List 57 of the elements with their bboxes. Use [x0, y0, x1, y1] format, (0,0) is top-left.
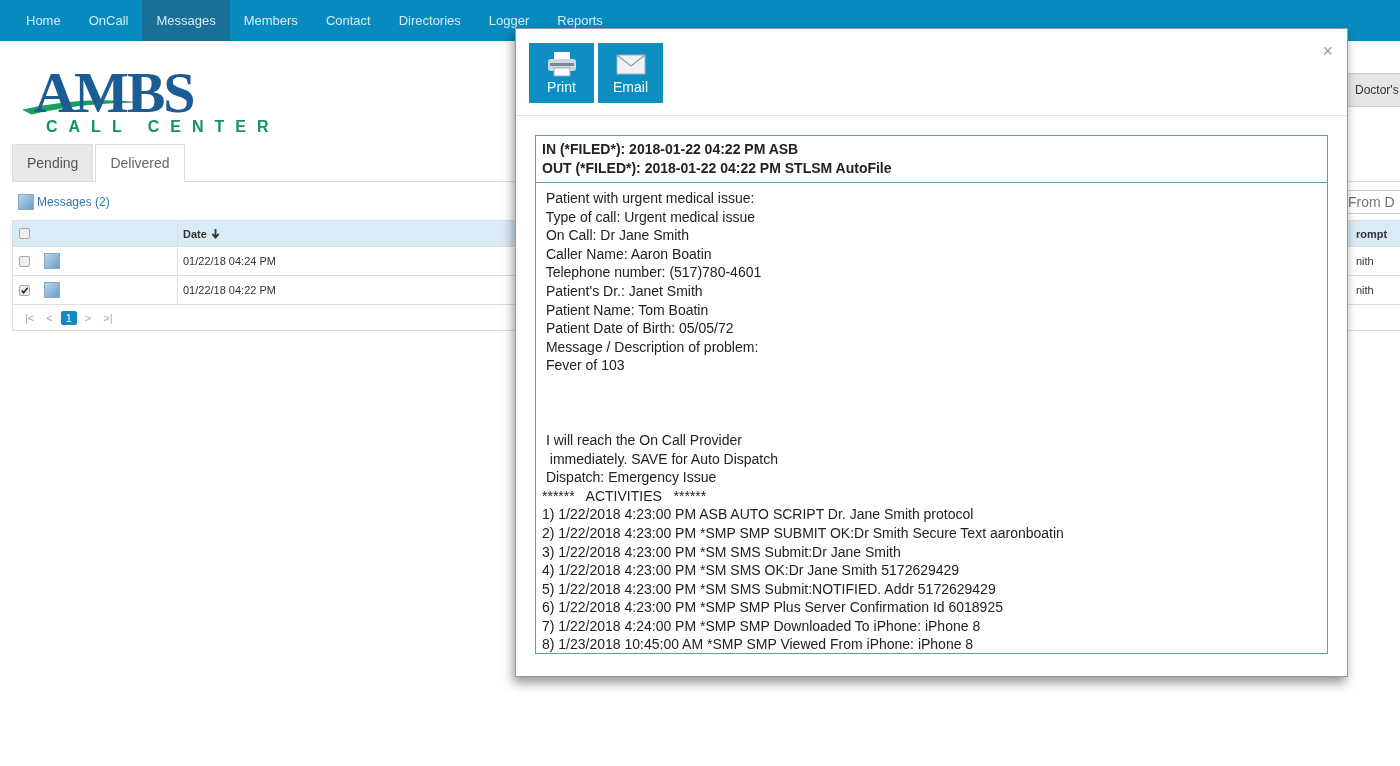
nav-link[interactable]: OnCall — [74, 0, 143, 41]
message-line: 6) 1/22/2018 4:23:00 PM *SMP SMP Plus Server Confirmation Id 6018925 — [542, 598, 1004, 617]
tab[interactable]: Pending — [12, 144, 94, 181]
message-line: Fever of 103 — [544, 356, 626, 375]
nav-link[interactable]: Members — [229, 0, 312, 41]
nav-link[interactable]: Logger — [474, 0, 544, 41]
message-line: immediately. SAVE for Auto Dispatch — [548, 449, 780, 469]
print-button[interactable]: Print — [529, 43, 594, 103]
email-button[interactable]: Email — [598, 43, 663, 103]
nav-link[interactable]: Contact — [311, 0, 385, 41]
message-line: 8) 1/23/2018 10:45:00 AM *SMP SMP Viewed From iPhone: iPhone 8 — [542, 635, 975, 655]
message-line: I will reach the On Call Provider — [544, 430, 743, 450]
column-header[interactable]: rompt — [1356, 227, 1400, 240]
checkbox[interactable] — [19, 284, 30, 296]
message-icon[interactable] — [44, 282, 60, 298]
table-cell-text: 01/22/18 04:24 PM — [182, 255, 276, 267]
sort-down-icon — [210, 228, 220, 239]
message-line: Patient's Dr.: Janet Smith — [544, 281, 704, 301]
page-link[interactable]: 1 — [60, 310, 77, 325]
message-line: 3) 1/22/2018 4:23:00 PM *SM SMS Submit:Dr Jane Smith — [542, 542, 902, 562]
filed-line: OUT (*FILED*): 2018-01-22 04:22 PM STLSM AutoFile — [542, 159, 893, 178]
message-line: 5) 1/22/2018 4:23:00 PM *SM SMS Submit:NOTIFIED. Addr 5172629429 — [542, 579, 997, 599]
first-page-link[interactable]: |< — [21, 311, 39, 324]
nav-link[interactable]: Home — [12, 0, 75, 41]
message-line: 2) 1/22/2018 4:23:00 PM *SMP SMP SUBMIT OK:Dr Smith Secure Text aaronboatin — [542, 523, 1065, 543]
checkbox[interactable] — [19, 228, 30, 239]
column-header[interactable]: Date — [178, 227, 211, 240]
message-line: On Call: Dr Jane Smith — [544, 226, 691, 245]
envelope-icon — [614, 51, 647, 77]
nav-link[interactable]: Messages — [142, 0, 230, 41]
message-line: Patient with urgent medical issue: — [544, 189, 756, 208]
next-page-link[interactable]: > — [80, 311, 96, 324]
message-line: Patient Date of Birth: 05/05/72 — [544, 319, 735, 338]
message-icon — [18, 194, 34, 210]
nav-link[interactable]: Directories — [384, 0, 475, 41]
message-line: Message / Description of problem: — [544, 337, 760, 357]
tab[interactable]: Delivered — [95, 144, 185, 182]
table-cell-text: nith — [1356, 284, 1375, 296]
message-line: ****** ACTIVITIES ****** — [542, 486, 708, 506]
checkbox[interactable] — [19, 255, 30, 267]
messages-link[interactable]: Messages (2) — [18, 194, 110, 210]
message-icon[interactable] — [44, 253, 60, 269]
last-page-link[interactable]: >| — [99, 311, 117, 324]
message-line: Patient Name: Tom Boatin — [544, 300, 710, 320]
printer-icon — [545, 51, 578, 77]
message-line: Type of call: Urgent medical issue — [544, 207, 756, 227]
message-line: Caller Name: Aaron Boatin — [544, 244, 713, 264]
filed-line: IN (*FILED*): 2018-01-22 04:22 PM ASB — [542, 140, 800, 159]
table-cell-text: 01/22/18 04:22 PM — [182, 284, 276, 296]
close-button[interactable]: × — [1322, 41, 1333, 62]
message-line: Dispatch: Emergency Issue — [544, 468, 718, 487]
message-line: 1) 1/22/2018 4:23:00 PM ASB AUTO SCRIPT Dr. Jane Smith protocol — [542, 505, 975, 524]
previous-page-link[interactable]: < — [42, 311, 57, 324]
message-line: 7) 1/22/2018 4:24:00 PM *SMP SMP Downloaded To iPhone: iPhone 8 — [542, 616, 982, 636]
table-cell-text: nith — [1356, 255, 1375, 267]
message-line: 4) 1/22/2018 4:23:00 PM *SM SMS OK:Dr Jane Smith 5172629429 — [542, 561, 961, 580]
message-line: Telephone number: (517)780-4601 — [544, 263, 763, 282]
